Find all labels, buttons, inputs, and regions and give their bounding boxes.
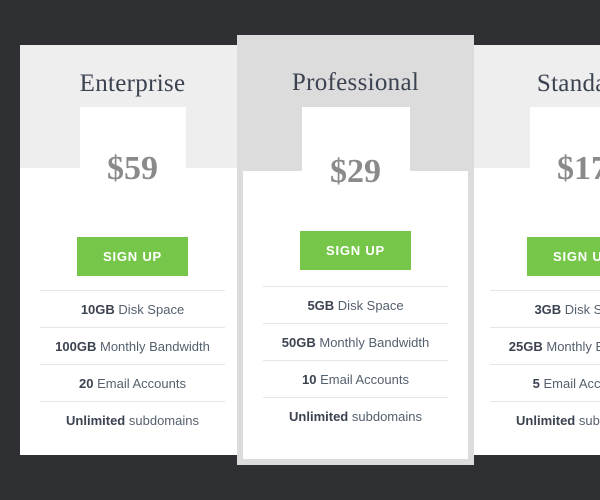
list-item: 100GB Monthly Bandwidth (40, 328, 225, 365)
pricing-card-enterprise: Enterprise $59 SIGN UP 10GB Disk Space 1… (20, 45, 245, 455)
list-item: 10GB Disk Space (40, 291, 225, 328)
feature-list-professional: 5GB Disk Space 50GB Monthly Bandwidth 10… (263, 286, 448, 434)
list-item: 5GB Disk Space (263, 287, 448, 324)
feature-value: 10GB (80, 302, 115, 317)
feature-label: subdomains (351, 409, 422, 424)
feature-list-enterprise: 10GB Disk Space 100GB Monthly Bandwidth … (40, 290, 225, 438)
feature-value: Unlimited (66, 413, 126, 428)
feature-value: 5 (532, 376, 540, 391)
feature-value: Unlimited (516, 413, 576, 428)
feature-label: subdomains (578, 413, 600, 428)
feature-label: subdomains (128, 413, 199, 428)
feature-value: 3GB (534, 302, 562, 317)
signup-wrap-professional: SIGN UP (243, 231, 468, 270)
feature-label: Monthly Bandwidth (319, 335, 430, 350)
plan-price-enterprise: $59 (107, 150, 158, 187)
feature-label: Monthly Bandwidth (99, 339, 210, 354)
signup-wrap-standard: SIGN UP (470, 237, 600, 276)
list-item: 5 Email Accounts (490, 365, 600, 402)
plan-price-standard: $17 (557, 150, 600, 187)
list-item: 50GB Monthly Bandwidth (263, 324, 448, 361)
plan-title-professional: Professional (291, 69, 420, 96)
feature-label: Disk Space (118, 302, 185, 317)
signup-button-enterprise[interactable]: SIGN UP (76, 237, 189, 276)
list-item: Unlimited subdomains (40, 402, 225, 438)
card-header-professional: Professional (243, 41, 468, 179)
list-item: Unlimited subdomains (490, 402, 600, 438)
feature-label: Monthly Bandwidth (546, 339, 600, 354)
feature-label: Disk Space (337, 298, 404, 313)
feature-value: 50GB (281, 335, 316, 350)
pricing-card-professional: Professional $29 SIGN UP 5GB Disk Space … (237, 35, 474, 465)
list-item: 3GB Disk Space (490, 291, 600, 328)
signup-wrap-enterprise: SIGN UP (20, 237, 245, 276)
feature-label: Email Accounts (543, 376, 600, 391)
plan-title-standard: Standard (536, 70, 600, 97)
signup-button-standard[interactable]: SIGN UP (526, 237, 600, 276)
list-item: 10 Email Accounts (263, 361, 448, 398)
plan-price-professional: $29 (330, 153, 381, 190)
list-item: 20 Email Accounts (40, 365, 225, 402)
pricing-card-standard: Standard $17 SIGN UP 3GB Disk Space 25GB… (470, 45, 600, 455)
feature-value: 20 (79, 376, 94, 391)
list-item: 25GB Monthly Bandwidth (490, 328, 600, 365)
signup-button-professional[interactable]: SIGN UP (299, 231, 412, 270)
feature-label: Email Accounts (97, 376, 186, 391)
pricing-table: Enterprise $59 SIGN UP 10GB Disk Space 1… (0, 0, 600, 500)
feature-value: Unlimited (289, 409, 349, 424)
feature-value: 25GB (508, 339, 543, 354)
feature-value: 10 (302, 372, 317, 387)
feature-list-standard: 3GB Disk Space 25GB Monthly Bandwidth 5 … (490, 290, 600, 438)
plan-title-enterprise: Enterprise (79, 70, 186, 97)
feature-label: Email Accounts (320, 372, 409, 387)
feature-value: 5GB (307, 298, 335, 313)
feature-label: Disk Space (564, 302, 600, 317)
feature-value: 100GB (55, 339, 97, 354)
list-item: Unlimited subdomains (263, 398, 448, 434)
